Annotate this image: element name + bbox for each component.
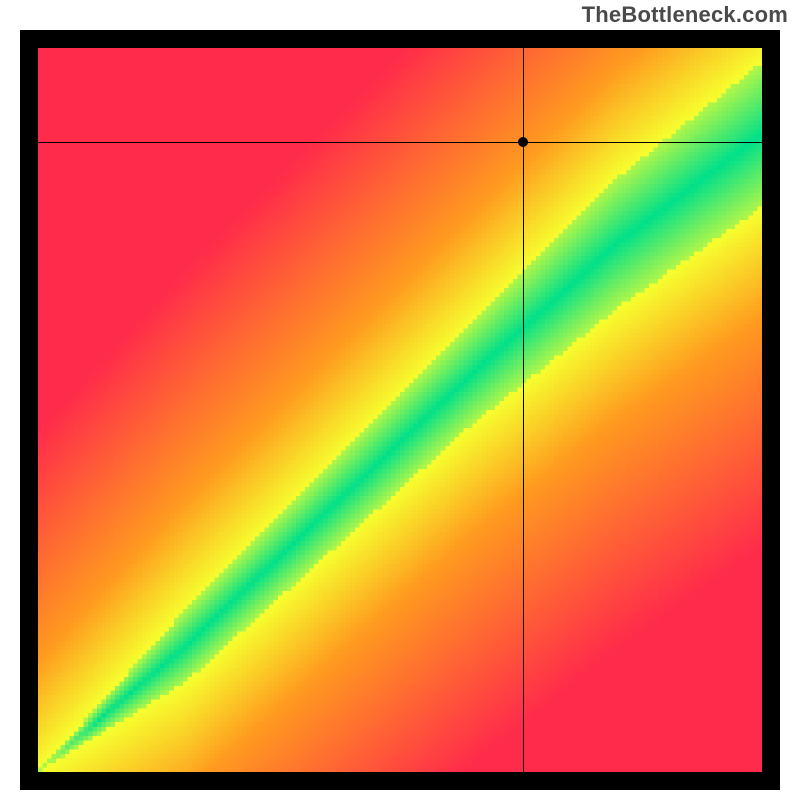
crosshair-horizontal bbox=[38, 142, 762, 143]
heatmap-canvas bbox=[38, 48, 762, 772]
chart-frame bbox=[20, 30, 780, 790]
attribution-text: TheBottleneck.com bbox=[582, 2, 788, 28]
crosshair-vertical bbox=[523, 48, 524, 772]
heatmap-plot bbox=[38, 48, 762, 772]
